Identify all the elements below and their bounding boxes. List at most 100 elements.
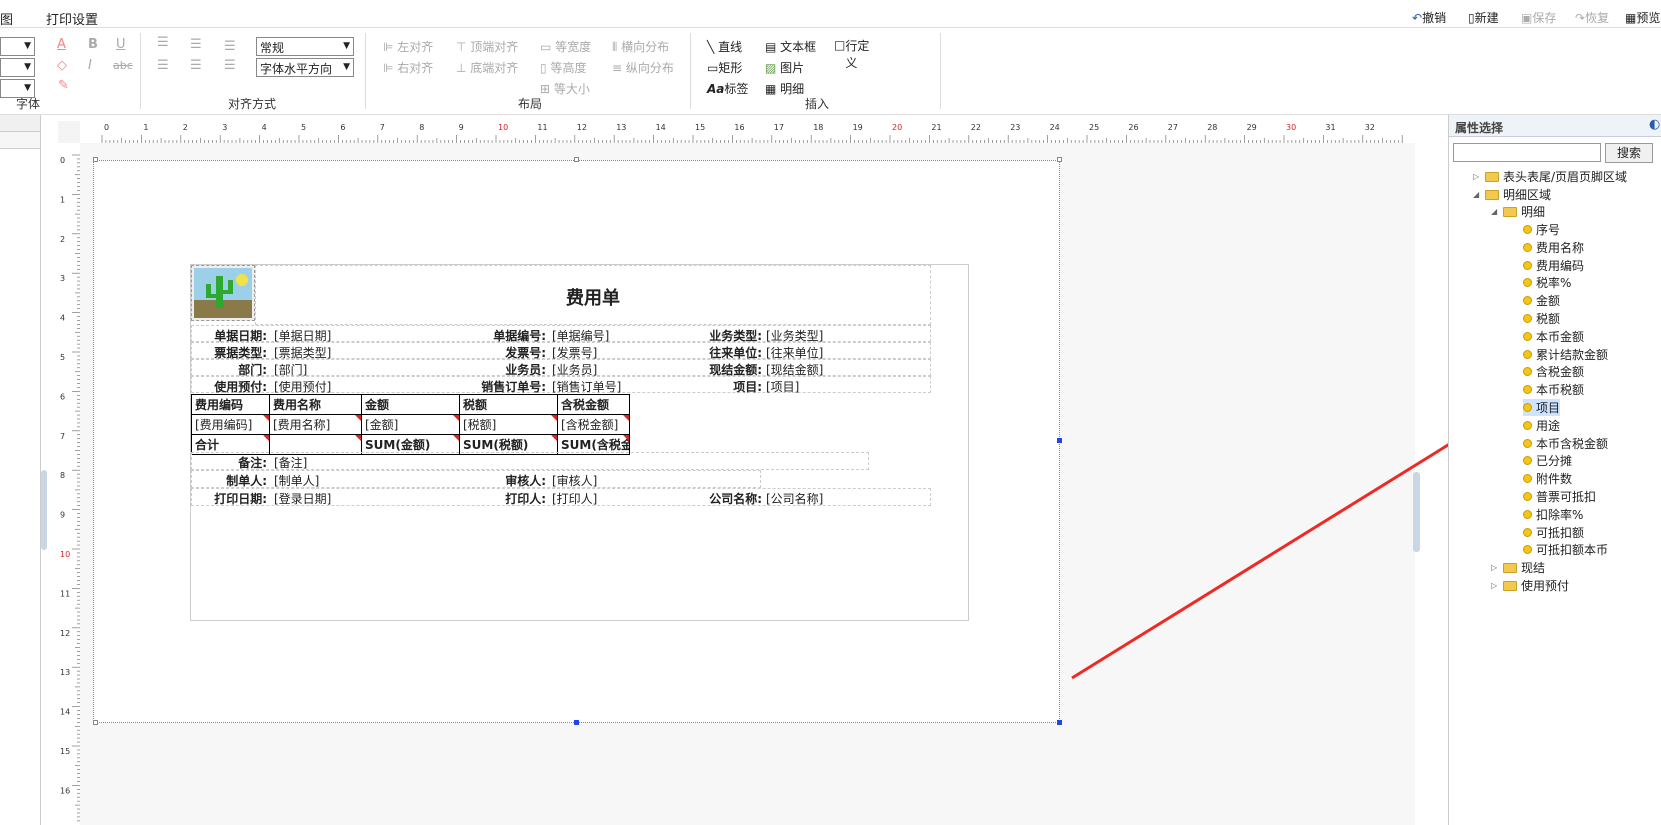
- tree-field[interactable]: 项目: [1523, 399, 1561, 416]
- grid-data-cell[interactable]: [费用名称]: [269, 414, 362, 435]
- new-button[interactable]: ▯新建: [1468, 9, 1499, 26]
- tree-field[interactable]: 普票可抵扣: [1523, 488, 1596, 505]
- align-left-icon[interactable]: ☰: [157, 58, 169, 73]
- expand-icon[interactable]: ▷: [1491, 581, 1499, 590]
- equal-height-button[interactable]: ▯ 等高度: [540, 59, 586, 76]
- font-color-icon[interactable]: A: [57, 37, 66, 52]
- field-value[interactable]: [登录日期]: [274, 490, 454, 507]
- tree-field[interactable]: 税额: [1523, 310, 1560, 327]
- right-splitter-handle[interactable]: [1413, 472, 1420, 552]
- horizontal-direction-select[interactable]: 字体水平方向 ▼: [256, 58, 354, 77]
- report-body[interactable]: 费用单 单据日期: [单据日期] 单据编号: [单据编号] 业务类型: [业务类型] 票据类…: [190, 264, 969, 621]
- menu-item-view[interactable]: 图: [0, 9, 13, 28]
- underline-icon[interactable]: U: [116, 37, 126, 52]
- expand-icon[interactable]: ▷: [1491, 563, 1499, 572]
- equal-size-button[interactable]: ⊞ 等大小: [540, 80, 590, 97]
- tree-field[interactable]: 费用编码: [1523, 257, 1584, 274]
- font-family-select[interactable]: ▼: [0, 37, 35, 56]
- header-row[interactable]: 票据类型: [票据类型] 发票号: [发票号] 往来单位: [往来单位]: [191, 342, 931, 360]
- grid-header-cell[interactable]: 费用编码: [191, 394, 270, 415]
- image-button[interactable]: ▨ 图片: [765, 59, 804, 76]
- v-distribute-button[interactable]: ≡ 纵向分布: [612, 59, 674, 76]
- field-value[interactable]: [项目]: [766, 378, 866, 395]
- top-align-button[interactable]: ⊤ 顶端对齐: [456, 38, 518, 55]
- resize-handle[interactable]: [1057, 157, 1062, 162]
- header-row[interactable]: 部门: [部门] 业务员: [业务员] 现结金额: [现结金额]: [191, 359, 931, 377]
- resize-handle[interactable]: [574, 720, 579, 725]
- tree-folder[interactable]: ▷ 使用预付: [1491, 577, 1569, 594]
- footer-row[interactable]: 制单人: [制单人] 审核人: [审核人]: [191, 470, 761, 488]
- preview-button[interactable]: ▦预览: [1625, 9, 1660, 26]
- grid-header-cell[interactable]: 费用名称: [269, 394, 362, 415]
- search-input[interactable]: [1453, 143, 1601, 162]
- equal-width-button[interactable]: ▭ 等宽度: [540, 38, 591, 55]
- left-splitter-handle[interactable]: [41, 470, 47, 550]
- label-button[interactable]: Aa标签: [707, 80, 748, 97]
- row-definition-button[interactable]: □行定义: [834, 38, 871, 72]
- tree-field[interactable]: 费用名称: [1523, 239, 1584, 256]
- header-row[interactable]: 单据日期: [单据日期] 单据编号: [单据编号] 业务类型: [业务类型]: [191, 325, 931, 343]
- textbox-button[interactable]: ▤ 文本框: [765, 38, 816, 55]
- align-top-left-icon[interactable]: ☰: [157, 35, 169, 50]
- grid-data-cell[interactable]: [金额]: [361, 414, 460, 435]
- tree-field[interactable]: 可抵扣额本币: [1523, 541, 1608, 558]
- h-distribute-button[interactable]: ⦀ 横向分布: [612, 38, 669, 55]
- grid-data-cell[interactable]: [费用编码]: [191, 414, 270, 435]
- tree-field[interactable]: 本币含税金额: [1523, 435, 1608, 452]
- align-top-center-icon[interactable]: ☰: [190, 37, 202, 52]
- left-align-button[interactable]: ⊫ 左对齐: [383, 38, 433, 55]
- resize-handle[interactable]: [1057, 720, 1062, 725]
- strikethrough-icon[interactable]: abc: [113, 59, 133, 72]
- field-value[interactable]: [制单人]: [274, 472, 454, 489]
- tree-field[interactable]: 用途: [1523, 417, 1560, 434]
- text-style-select[interactable]: 常规 ▼: [256, 37, 354, 56]
- collapse-arrow-icon[interactable]: ◢: [1473, 190, 1481, 199]
- collapse-arrow-icon[interactable]: ◢: [1491, 207, 1499, 216]
- field-value[interactable]: [使用预付]: [274, 378, 454, 395]
- detail-table[interactable]: 费用编码 费用名称 金额 税额 含税金额 [费用编码] [费用名称] [金额] [税额] [含税金…: [191, 394, 630, 455]
- grid-header-cell[interactable]: 含税金额: [557, 394, 630, 415]
- field-value[interactable]: [销售订单号]: [552, 378, 686, 395]
- tree-field[interactable]: 税率%: [1523, 274, 1571, 291]
- grid-data-cell[interactable]: [含税金额]: [557, 414, 630, 435]
- right-align-button[interactable]: ⊫ 右对齐: [383, 59, 433, 76]
- tree-folder[interactable]: ◢ 明细区域: [1473, 186, 1551, 203]
- tree-field[interactable]: 扣除率%: [1523, 506, 1583, 523]
- align-right-icon[interactable]: ☰: [224, 58, 236, 73]
- align-top-right-icon[interactable]: ☰: [224, 39, 236, 54]
- logo-image[interactable]: [191, 265, 255, 321]
- resize-handle[interactable]: [93, 157, 98, 162]
- title-cell[interactable]: 费用单: [255, 265, 931, 325]
- pen-icon[interactable]: ✎: [58, 78, 69, 93]
- footer-row[interactable]: 打印日期: [登录日期] 打印人: [打印人] 公司名称: [公司名称]: [191, 488, 931, 506]
- remark-value[interactable]: [备注]: [274, 454, 307, 471]
- line-button[interactable]: ╲ 直线: [707, 38, 742, 55]
- collapse-icon[interactable]: ◐: [1649, 117, 1660, 132]
- remark-row[interactable]: 备注: [备注]: [191, 452, 869, 470]
- tree-field[interactable]: 本币金额: [1523, 328, 1584, 345]
- tree-field[interactable]: 已分摊: [1523, 452, 1572, 469]
- search-button[interactable]: 搜索: [1605, 143, 1653, 163]
- grid-data-cell[interactable]: [税额]: [459, 414, 558, 435]
- tree-field[interactable]: 累计结款金额: [1523, 346, 1608, 363]
- field-value[interactable]: [公司名称]: [766, 490, 866, 507]
- save-button[interactable]: ▣保存: [1521, 9, 1556, 26]
- grid-header-cell[interactable]: 金额: [361, 394, 460, 415]
- tree-field[interactable]: 可抵扣额: [1523, 524, 1584, 541]
- tree-field[interactable]: 含税金额: [1523, 363, 1584, 380]
- tree-folder[interactable]: ▷ 现结: [1491, 559, 1545, 576]
- field-value[interactable]: [审核人]: [552, 472, 686, 489]
- undo-button[interactable]: ↶撤销: [1412, 9, 1446, 26]
- grid-header-cell[interactable]: 税额: [459, 394, 558, 415]
- resize-handle[interactable]: [93, 720, 98, 725]
- eraser-icon[interactable]: ◇: [57, 58, 67, 73]
- expand-icon[interactable]: ▷: [1473, 172, 1481, 181]
- tree-field[interactable]: 附件数: [1523, 470, 1572, 487]
- tree-field[interactable]: 本币税额: [1523, 381, 1584, 398]
- tree-folder[interactable]: ◢ 明细: [1491, 203, 1545, 220]
- detail-button[interactable]: ▦ 明细: [765, 80, 804, 97]
- resize-handle[interactable]: [574, 157, 579, 162]
- resize-handle[interactable]: [1057, 438, 1062, 443]
- bottom-align-button[interactable]: ⊥ 底端对齐: [456, 59, 518, 76]
- align-center-icon[interactable]: ☰: [190, 58, 202, 73]
